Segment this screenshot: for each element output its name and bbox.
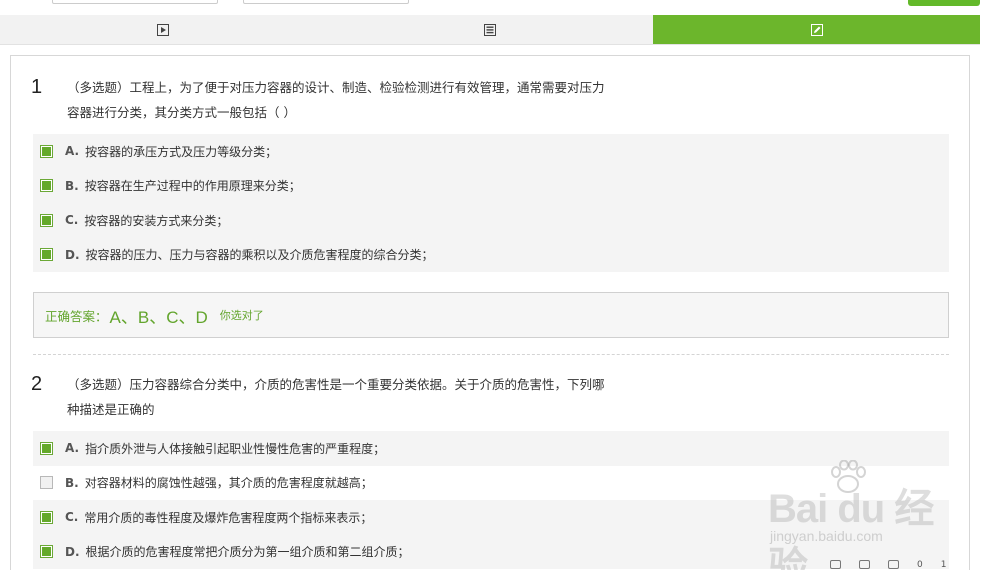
- top-input-right[interactable]: [243, 0, 409, 4]
- question-text: （多选题）工程上，为了便于对压力容器的设计、制造、检验检测进行有效管理，通常需要…: [67, 80, 605, 120]
- option-b[interactable]: B. 对容器材料的腐蚀性越强，其介质的危害程度就越高；: [33, 465, 949, 500]
- option-text: 按容器的安装方式来分类；: [84, 213, 229, 228]
- option-d[interactable]: D. 根据介质的危害程度常把介质分为第一组介质和第二组介质；: [33, 535, 949, 570]
- option-d[interactable]: D. 按容器的压力、压力与容器的乘积以及介质危害程度的综合分类；: [33, 238, 949, 273]
- print-icon[interactable]: [888, 560, 899, 569]
- answer-label: 正确答案：: [45, 308, 108, 324]
- question-2-options: A. 指介质外泄与人体接触引起职业性慢性危害的严重程度； B. 对容器材料的腐蚀…: [33, 431, 949, 569]
- option-letter: B.: [65, 475, 79, 490]
- option-letter: A.: [65, 144, 80, 159]
- option-text: 对容器材料的腐蚀性越强，其介质的危害程度就越高；: [84, 476, 373, 491]
- option-text: 根据介质的危害程度常把介质分为第一组介质和第二组介质；: [85, 545, 410, 560]
- question-1-header: 1 （多选题）工程上，为了便于对压力容器的设计、制造、检验检测进行有效管理，通常…: [31, 75, 607, 125]
- option-text: 指介质外泄与人体接触引起职业性慢性危害的严重程度；: [85, 441, 386, 456]
- question-1-options: A. 按容器的承压方式及压力等级分类； B. 按容器在生产过程中的作用原理来分类…: [33, 134, 949, 272]
- status-count: 1: [940, 559, 947, 570]
- option-letter: C.: [65, 510, 79, 525]
- checkbox-checked[interactable]: [40, 179, 53, 193]
- top-bar: [0, 0, 1000, 8]
- check-icon[interactable]: [830, 560, 841, 569]
- checkbox-checked[interactable]: [40, 510, 53, 524]
- option-text: 按容器的压力、压力与容器的乘积以及介质危害程度的综合分类；: [85, 248, 434, 263]
- tab-document[interactable]: [327, 15, 654, 44]
- checkbox-checked[interactable]: [40, 545, 53, 559]
- checkbox-checked[interactable]: [40, 144, 53, 158]
- mode-tabs: [0, 15, 981, 45]
- checkbox-unchecked[interactable]: [40, 476, 53, 490]
- option-a[interactable]: A. 按容器的承压方式及压力等级分类；: [33, 134, 949, 169]
- play-icon: [157, 23, 170, 36]
- status-count: 0: [917, 559, 923, 570]
- checkbox-checked[interactable]: [40, 213, 53, 227]
- top-input-left[interactable]: [52, 0, 218, 4]
- document-icon: [484, 23, 496, 36]
- option-c[interactable]: C. 常用介质的毒性程度及爆炸危害程度两个指标来表示；: [33, 500, 949, 535]
- tab-edit[interactable]: [653, 15, 981, 44]
- option-letter: A.: [65, 441, 80, 456]
- edit-icon: [810, 23, 823, 36]
- question-number: 2: [31, 373, 43, 395]
- question-divider: [33, 354, 949, 355]
- option-a[interactable]: A. 指介质外泄与人体接触引起职业性慢性危害的严重程度；: [33, 431, 949, 466]
- quiz-panel: 1 （多选题）工程上，为了便于对压力容器的设计、制造、检验检测进行有效管理，通常…: [10, 55, 970, 570]
- tab-video[interactable]: [0, 15, 327, 44]
- option-text: 按容器在生产过程中的作用原理来分类；: [84, 179, 301, 194]
- question-number: 1: [31, 76, 43, 98]
- answer-result: 你选对了: [219, 309, 264, 322]
- question-text: （多选题）压力容器综合分类中，介质的危害性是一个重要分类依据。关于介质的危害性，…: [67, 377, 605, 417]
- checkbox-checked[interactable]: [40, 441, 53, 455]
- option-text: 按容器的承压方式及压力等级分类；: [85, 144, 278, 159]
- top-action-button[interactable]: [908, 0, 980, 6]
- option-letter: D.: [65, 544, 80, 559]
- question-2-header: 2 （多选题）压力容器综合分类中，介质的危害性是一个重要分类依据。关于介质的危害…: [31, 372, 607, 422]
- speaker-icon[interactable]: [859, 560, 870, 569]
- option-letter: D.: [65, 247, 80, 262]
- status-bar: 0 1: [830, 559, 1000, 570]
- option-c[interactable]: C. 按容器的安装方式来分类；: [33, 203, 949, 238]
- option-letter: B.: [65, 178, 79, 193]
- checkbox-checked[interactable]: [40, 248, 53, 262]
- answer-letters: A、B、C、D: [109, 307, 208, 327]
- option-text: 常用介质的毒性程度及爆炸危害程度两个指标来表示；: [84, 510, 373, 525]
- option-letter: C.: [65, 213, 79, 228]
- option-b[interactable]: B. 按容器在生产过程中的作用原理来分类；: [33, 169, 949, 204]
- answer-box: 正确答案： A、B、C、D 你选对了: [33, 292, 949, 338]
